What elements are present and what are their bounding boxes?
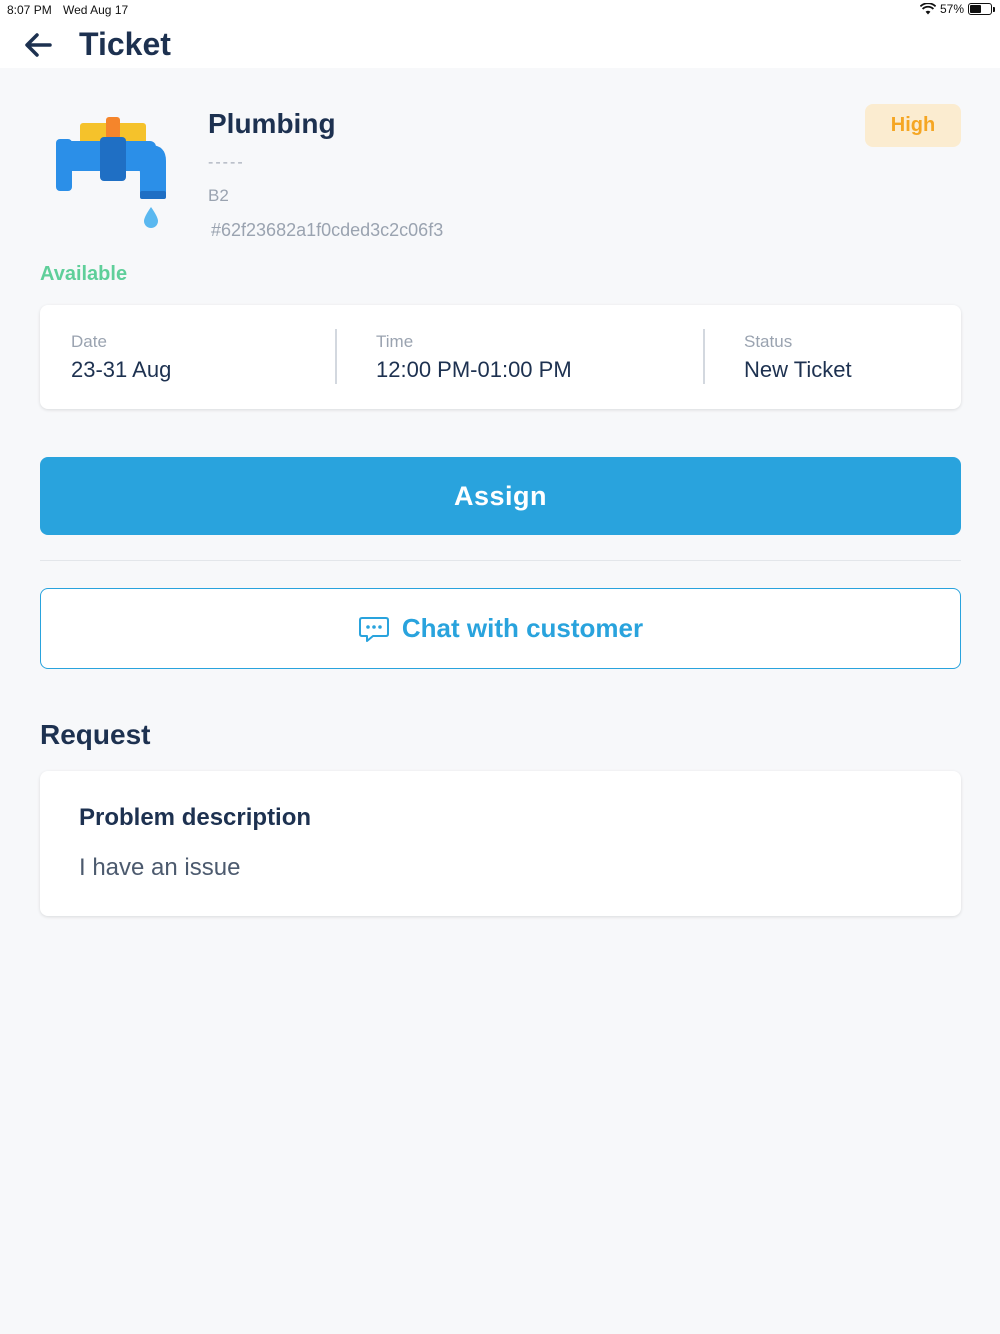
availability-status: Available: [40, 263, 128, 285]
status-indicators: 57%: [919, 2, 995, 16]
chat-with-customer-button[interactable]: Chat with customer: [40, 588, 961, 669]
time-value: 12:00 PM-01:00 PM: [376, 357, 572, 382]
request-card: Problem description I have an issue: [40, 771, 961, 916]
info-divider: [335, 329, 337, 384]
status-label: Status: [744, 332, 793, 351]
battery-icon: [968, 3, 995, 15]
section-divider: [40, 560, 961, 561]
chat-button-label: Chat with customer: [401, 613, 644, 643]
date-label: Date: [71, 332, 107, 351]
arrow-left-icon[interactable]: [22, 28, 56, 62]
service-category: Plumbing: [208, 108, 336, 139]
status-value: New Ticket: [744, 357, 852, 382]
page-title: Ticket: [79, 26, 171, 62]
battery-fill: [970, 5, 982, 13]
status-bar: 8:07 PM Wed Aug 17 57%: [0, 0, 1000, 20]
ticket-id: #62f23682a1f0cded3c2c06f3: [211, 220, 444, 240]
faucet-icon: [56, 117, 166, 228]
unit-label: B2: [208, 186, 229, 205]
assign-button[interactable]: Assign: [40, 457, 961, 535]
status-date: Wed Aug 17: [63, 3, 129, 17]
status-time: 8:07 PM: [7, 3, 52, 17]
problem-description-label: Problem description: [79, 804, 312, 831]
battery-percent: 57%: [939, 2, 964, 16]
ticket-info-card: Date 23-31 Aug Time 12:00 PM-01:00 PM St…: [40, 305, 961, 409]
wifi-icon: [919, 3, 936, 15]
app-header: Ticket: [0, 20, 1000, 68]
service-subtitle: -----: [208, 154, 245, 171]
info-divider: [703, 329, 705, 384]
priority-badge: High: [865, 104, 961, 147]
chat-bubble-icon: [358, 616, 389, 642]
date-value: 23-31 Aug: [71, 357, 172, 382]
time-label: Time: [376, 332, 414, 351]
problem-description-text: I have an issue: [79, 854, 241, 881]
request-section-title: Request: [40, 719, 151, 750]
